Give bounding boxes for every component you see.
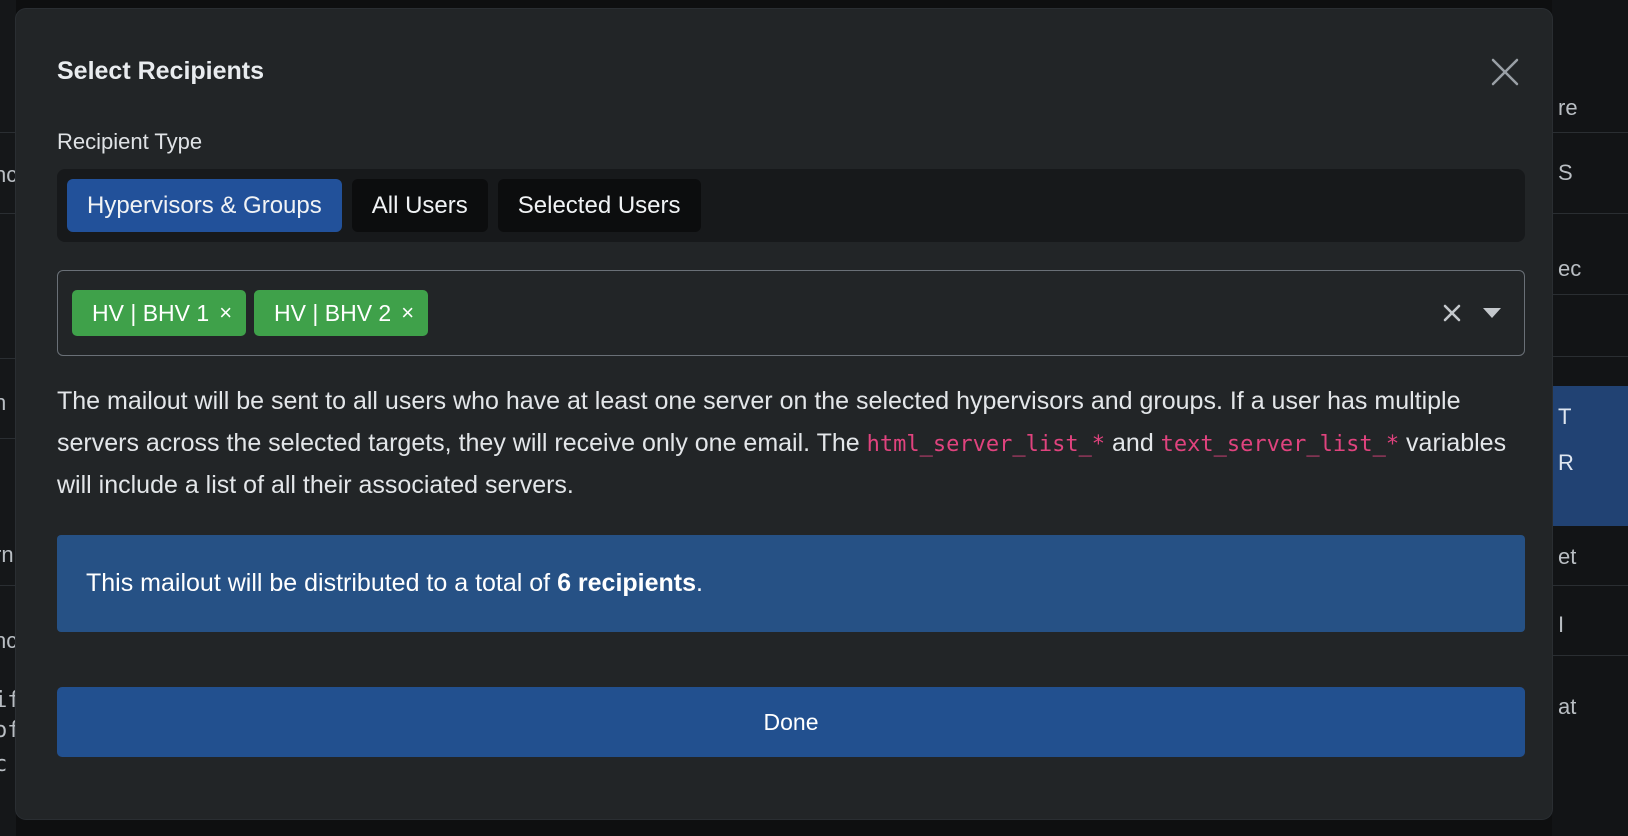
recipient-description: The mailout will be sent to all users wh… <box>57 387 1507 499</box>
recipient-count-alert: This mailout will be distributed to a to… <box>57 535 1525 632</box>
clear-all-icon[interactable] <box>1442 303 1462 323</box>
close-icon <box>1491 58 1519 86</box>
chevron-down-icon[interactable] <box>1482 307 1502 319</box>
bg-fragment: T <box>1558 404 1572 429</box>
segment-all-users[interactable]: All Users <box>351 179 488 232</box>
modal-title: Select Recipients <box>57 57 265 85</box>
bg-fragment: re <box>1558 95 1578 120</box>
background-blue-panel: T R <box>1552 386 1628 526</box>
bg-fragment: nc <box>0 628 18 653</box>
targets-multiselect[interactable]: HV | BHV 1 × HV | BHV 2 × <box>57 270 1525 356</box>
bg-fragment: et <box>1558 544 1577 569</box>
segment-selected-users[interactable]: Selected Users <box>497 179 701 232</box>
target-chip: HV | BHV 1 × <box>72 290 247 336</box>
code-html-server-list: html_server_list_* <box>866 431 1106 457</box>
target-chip: HV | BHV 2 × <box>254 290 429 336</box>
bg-fragment: I <box>1558 612 1565 637</box>
chip-label: HV | BHV 2 <box>274 299 392 326</box>
bg-fragment: rn <box>0 542 14 567</box>
chip-label: HV | BHV 1 <box>92 299 210 326</box>
chip-remove-icon[interactable]: × <box>401 302 414 324</box>
recipient-type-label: Recipient Type <box>57 129 203 154</box>
bg-fragment: S <box>1558 160 1573 185</box>
code-text-server-list: text_server_list_* <box>1160 431 1400 457</box>
segment-hypervisors-groups[interactable]: Hypervisors & Groups <box>67 179 342 232</box>
multiselect-actions <box>1442 303 1510 323</box>
bg-fragment: ec <box>1558 256 1582 281</box>
select-recipients-modal: Select Recipients Recipient Type Hypervi… <box>16 9 1552 819</box>
bg-fragment: R <box>1558 450 1574 475</box>
close-button[interactable] <box>1488 55 1522 89</box>
background-left-strip: nc t n rn nc if of c <box>0 0 21 836</box>
bg-fragment: at <box>1558 694 1577 719</box>
recipient-type-selector: Hypervisors & Groups All Users Selected … <box>57 169 1525 242</box>
chip-remove-icon[interactable]: × <box>219 302 232 324</box>
bg-fragment: n <box>0 390 7 415</box>
bg-fragment: nc <box>0 162 18 187</box>
recipient-count: 6 recipients <box>557 569 697 597</box>
bg-fragment: c <box>0 752 8 777</box>
background-right-strip: re S ec T R et I at <box>1552 0 1628 836</box>
done-button[interactable]: Done <box>57 687 1525 757</box>
